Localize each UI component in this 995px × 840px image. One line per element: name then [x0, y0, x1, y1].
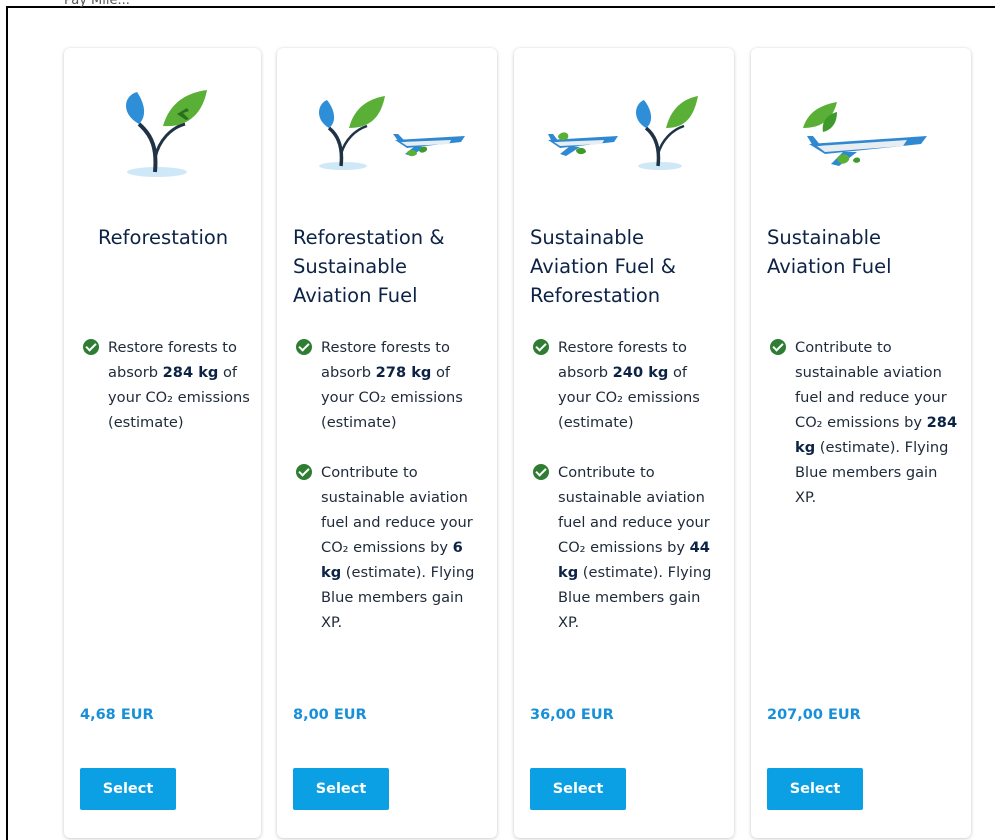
title-line: Reforestation — [98, 226, 229, 249]
title-line: Reforestation — [530, 284, 661, 307]
plane-with-leaves-icon — [751, 88, 971, 188]
option-title: Sustainable Aviation Fuel & Reforestatio… — [530, 223, 720, 310]
benefit-item: Contribute to sustainable aviation fuel … — [296, 460, 486, 635]
benefit-text: Contribute to sustainable aviation fuel … — [558, 464, 710, 556]
title-line: Sustainable — [767, 226, 882, 249]
benefit-item: Contribute to sustainable aviation fuel … — [533, 460, 723, 635]
option-price: 8,00 EUR — [293, 707, 367, 723]
title-line: Sustainable — [530, 226, 645, 249]
select-button[interactable]: Select — [767, 768, 863, 810]
title-line: Aviation Fuel — [767, 255, 892, 278]
check-circle-icon — [533, 339, 549, 355]
sapling-and-plane-icon — [277, 88, 497, 188]
title-line: Sustainable — [293, 255, 408, 278]
benefit-amount: 240 kg — [612, 364, 669, 381]
option-price: 207,00 EUR — [767, 707, 861, 723]
check-circle-icon — [83, 339, 99, 355]
benefit-item: Restore forests to absorb 240 kg of your… — [533, 335, 723, 435]
option-title: Reforestation & Sustainable Aviation Fue… — [293, 223, 483, 310]
option-card-reforestation-saf[interactable]: Reforestation & Sustainable Aviation Fue… — [277, 48, 497, 838]
plane-and-sapling-icon — [514, 88, 734, 188]
option-card-saf-reforestation[interactable]: Sustainable Aviation Fuel & Reforestatio… — [514, 48, 734, 838]
option-price: 4,68 EUR — [80, 707, 154, 723]
benefit-amount: 284 kg — [162, 364, 219, 381]
option-card-saf[interactable]: Sustainable Aviation Fuel Contribute to … — [751, 48, 971, 838]
benefit-text: Contribute to sustainable aviation fuel … — [321, 464, 473, 556]
benefit-text: (estimate). Flying Blue members gain XP. — [321, 564, 475, 631]
title-line: Aviation Fuel — [293, 284, 418, 307]
benefit-text: (estimate). Flying Blue members gain XP. — [558, 564, 712, 631]
option-price: 36,00 EUR — [530, 707, 614, 723]
sapling-icon — [64, 88, 261, 188]
check-circle-icon — [533, 464, 549, 480]
benefit-item: Restore forests to absorb 278 kg of your… — [296, 335, 486, 435]
select-button[interactable]: Select — [293, 768, 389, 810]
benefit-amount: 278 kg — [375, 364, 432, 381]
benefit-item: Contribute to sustainable aviation fuel … — [770, 335, 963, 510]
benefit-text: (estimate). Flying Blue members gain XP. — [795, 439, 949, 506]
select-button[interactable]: Select — [530, 768, 626, 810]
option-title: Sustainable Aviation Fuel — [767, 223, 957, 281]
select-button[interactable]: Select — [80, 768, 176, 810]
option-title: Reforestation — [98, 223, 248, 252]
title-line: Reforestation & — [293, 226, 445, 249]
option-card-reforestation[interactable]: Reforestation Restore forests to absorb … — [64, 48, 261, 838]
check-circle-icon — [770, 339, 786, 355]
benefit-item: Restore forests to absorb 284 kg of your… — [83, 335, 253, 435]
benefit-text: Contribute to sustainable aviation fuel … — [795, 339, 947, 431]
cropped-heading: Pay Mile... — [64, 0, 130, 8]
check-circle-icon — [296, 464, 312, 480]
title-line: Aviation Fuel & — [530, 255, 676, 278]
check-circle-icon — [296, 339, 312, 355]
